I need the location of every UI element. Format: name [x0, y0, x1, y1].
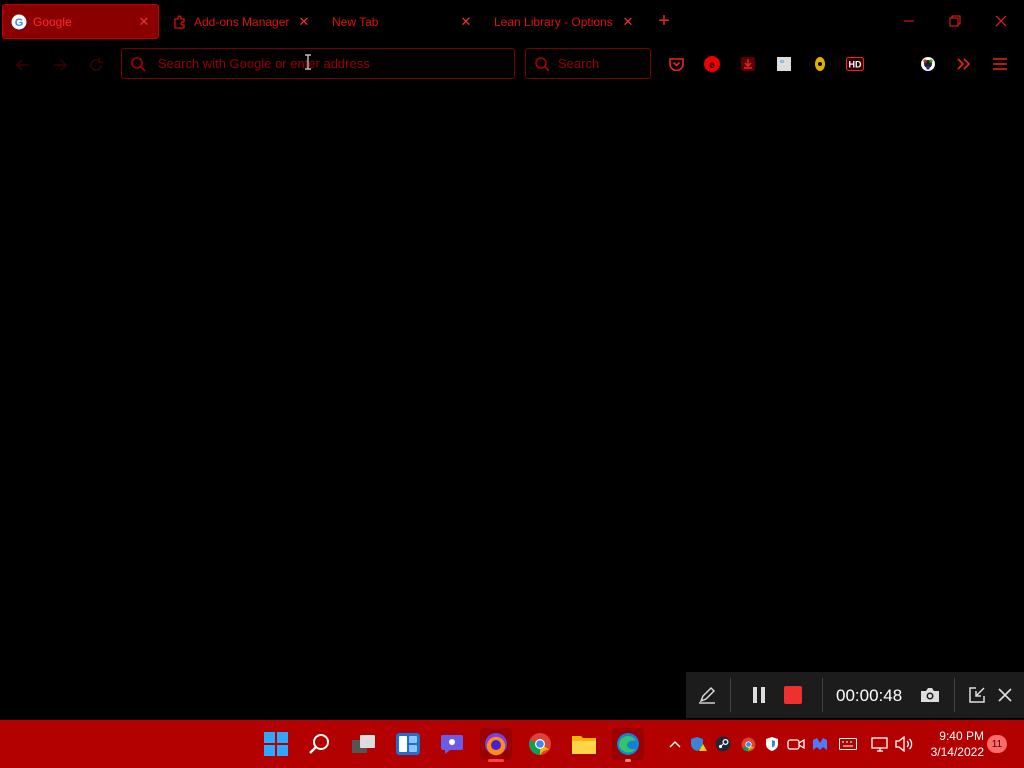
tab-title: Google	[33, 14, 72, 29]
search-icon[interactable]	[304, 728, 336, 760]
tab-lean-library-options[interactable]: Lean Library - Options ✕	[486, 4, 642, 39]
download-extension-icon[interactable]	[739, 55, 757, 73]
pause-button[interactable]	[748, 684, 770, 706]
tab-addons-manager[interactable]: Add-ons Manager ✕	[164, 4, 318, 39]
search-icon	[534, 56, 550, 72]
chrome-tray-icon[interactable]	[739, 735, 757, 753]
task-view-icon[interactable]	[348, 728, 380, 760]
tab-google[interactable]: G Google ✕	[2, 4, 159, 39]
clock-time: 9:40 PM	[939, 729, 984, 743]
url-input[interactable]	[156, 55, 500, 72]
aperture-extension-icon[interactable]	[919, 55, 937, 73]
keyboard-icon[interactable]	[839, 735, 857, 753]
tab-strip: G Google ✕ Add-ons Manager ✕ New Tab ✕ L…	[0, 0, 1024, 42]
clock-date: 3/14/2022	[930, 745, 984, 759]
security-warning-icon[interactable]	[690, 735, 708, 753]
text-cursor-icon	[305, 54, 311, 70]
close-window-button[interactable]	[987, 8, 1015, 34]
close-tab-icon[interactable]: ✕	[296, 14, 312, 30]
start-button[interactable]	[260, 728, 292, 760]
tab-title: New Tab	[332, 14, 379, 29]
close-tab-icon[interactable]: ✕	[136, 14, 152, 30]
new-tab-button[interactable]: +	[654, 11, 674, 32]
firefox-icon[interactable]	[480, 728, 512, 762]
close-recorder-icon[interactable]	[994, 684, 1016, 706]
overflow-menu-icon[interactable]	[955, 55, 973, 73]
volume-icon[interactable]	[895, 735, 913, 753]
google-icon: G	[11, 14, 27, 30]
pocket-icon[interactable]	[667, 55, 685, 73]
svg-text:e: e	[709, 60, 715, 71]
steam-icon[interactable]	[714, 735, 732, 753]
minimize-button[interactable]	[895, 8, 923, 34]
search-input[interactable]	[556, 55, 650, 72]
pen-icon[interactable]	[696, 684, 718, 706]
stop-button[interactable]	[782, 684, 804, 706]
tab-title: Add-ons Manager	[194, 14, 290, 29]
tab-title: Lean Library - Options	[494, 14, 613, 29]
recording-timer: 00:00:48	[836, 686, 903, 705]
hd-extension-icon[interactable]: HD	[846, 55, 864, 73]
extension-red-circle-icon[interactable]: e	[703, 55, 721, 73]
svg-text:HD: HD	[849, 60, 862, 70]
screen-recorder-toolbar: 00:00:48	[686, 672, 1024, 718]
honey-extension-icon[interactable]	[811, 55, 829, 73]
teams-chat-icon[interactable]	[436, 728, 468, 760]
chevron-up-icon[interactable]	[666, 735, 684, 753]
chrome-icon[interactable]	[524, 728, 556, 760]
network-icon[interactable]	[871, 735, 889, 753]
url-bar[interactable]	[121, 48, 515, 79]
search-bar[interactable]	[525, 48, 651, 79]
tab-new-tab[interactable]: New Tab ✕	[324, 4, 480, 39]
shield-icon[interactable]	[763, 735, 781, 753]
taskbar: 9:40 PM 3/14/2022 11	[0, 720, 1024, 768]
close-tab-icon[interactable]: ✕	[620, 14, 636, 30]
puzzle-icon	[172, 14, 188, 30]
restore-button[interactable]	[941, 8, 969, 34]
minimize-recorder-icon[interactable]	[966, 684, 988, 706]
svg-text:G: G	[15, 17, 24, 29]
navigation-bar: e HD	[0, 42, 1024, 86]
hamburger-menu-icon[interactable]	[991, 55, 1009, 73]
file-explorer-icon[interactable]	[568, 728, 600, 760]
clock[interactable]: 9:40 PM 3/14/2022	[918, 728, 984, 760]
camera-icon[interactable]	[919, 684, 941, 706]
notes-extension-icon[interactable]	[775, 55, 793, 73]
edge-icon[interactable]	[612, 728, 644, 762]
widgets-icon[interactable]	[392, 728, 424, 760]
page-content	[0, 86, 1024, 672]
notification-badge[interactable]: 11	[987, 735, 1007, 753]
forward-button[interactable]	[49, 54, 71, 76]
search-icon	[130, 56, 146, 72]
webcam-icon[interactable]	[787, 735, 805, 753]
reload-button[interactable]	[85, 54, 107, 76]
back-button[interactable]	[12, 54, 34, 76]
close-tab-icon[interactable]: ✕	[458, 14, 474, 30]
malwarebytes-icon[interactable]	[811, 735, 829, 753]
